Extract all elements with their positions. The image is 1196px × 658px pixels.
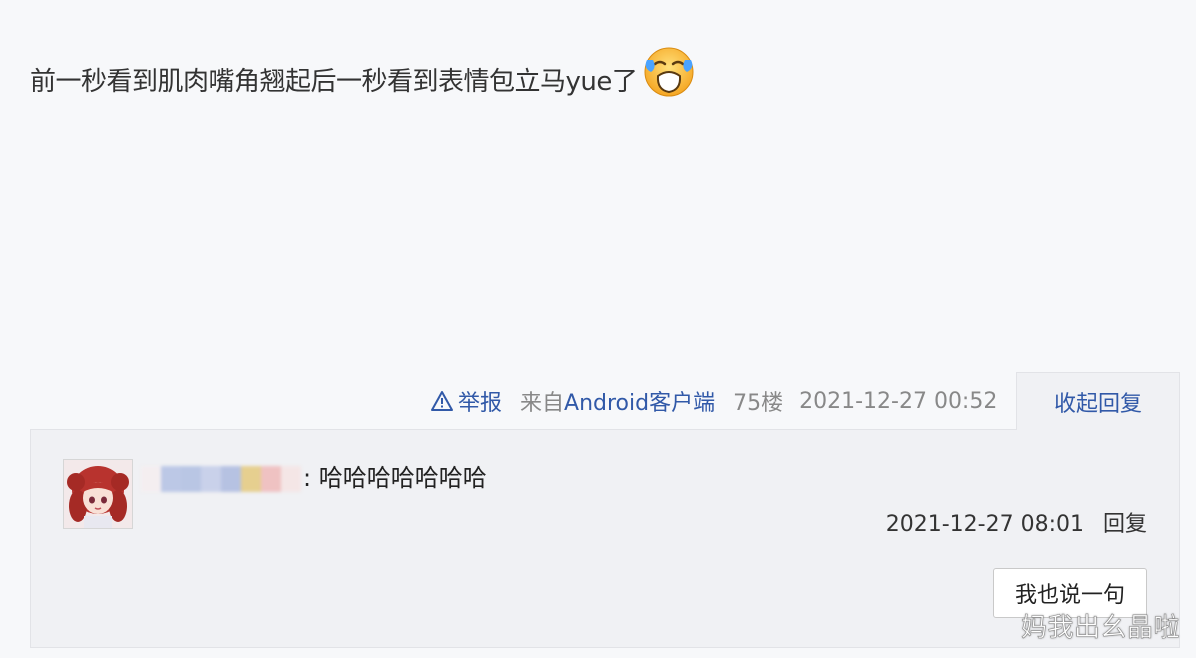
reply-time: 2021-12-27 08:01 [885, 512, 1084, 537]
avatar[interactable] [63, 459, 133, 529]
username-redacted[interactable] [141, 466, 301, 492]
crying-face-icon [641, 42, 697, 98]
post-text: 前一秒看到肌肉嘴角翘起后一秒看到表情包立马yue了 [30, 67, 638, 97]
reply-panel: : 哈哈哈哈哈哈哈 2021-12-27 08:01 回复 我也说一句 [30, 429, 1180, 648]
collapse-replies-button[interactable]: 收起回复 [1016, 372, 1180, 430]
post-meta-bar: 举报 来自 Android客户端 75楼 2021-12-27 00:52 [430, 384, 997, 418]
watermark: 妈我出幺晶啦 [1020, 613, 1180, 644]
from-label: 来自 [520, 391, 565, 416]
reply-link[interactable]: 回复 [1103, 512, 1147, 537]
reply-meta: 2021-12-27 08:01 回复 [886, 506, 1147, 538]
reply-text: : 哈哈哈哈哈哈哈 [303, 464, 487, 492]
report-label: 举报 [458, 391, 503, 416]
post-time: 2021-12-27 00:52 [799, 388, 998, 414]
report-button[interactable]: 举报 [430, 385, 502, 417]
warning-icon [431, 391, 453, 411]
client-link[interactable]: Android客户端 [564, 385, 715, 417]
floor-number: 75楼 [733, 391, 784, 416]
post-content: 前一秒看到肌肉嘴角翘起后一秒看到表情包立马yue了 [30, 47, 697, 104]
post-page: 前一秒看到肌肉嘴角翘起后一秒看到表情包立马yue了 举报 来自 Android客… [0, 0, 1196, 658]
